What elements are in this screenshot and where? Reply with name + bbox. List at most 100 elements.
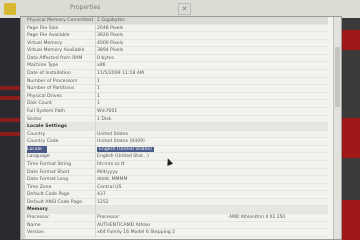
property-row[interactable]: Time Format String hh:mm:ss tt — [25, 160, 328, 169]
column-divider — [95, 168, 96, 176]
column-divider — [95, 160, 96, 168]
property-row[interactable]: Sector 1 Disk — [25, 115, 328, 124]
property-row[interactable]: Data Affected from RAM 0 bytes — [25, 54, 328, 63]
property-row[interactable]: Disk Count 1 — [25, 100, 328, 108]
vertical-scrollbar[interactable] — [333, 17, 341, 239]
column-divider — [95, 130, 96, 138]
property-row[interactable]: Date of Installation 11/5/2009 11:18 AM — [25, 70, 328, 78]
property-name: Number of Processors — [27, 78, 78, 84]
column-divider — [95, 54, 96, 62]
property-grid: Physical Memory Committed 1 Gigabytes Page… — [25, 17, 328, 237]
property-value: English (United Stat...) — [97, 154, 149, 160]
column-divider — [95, 229, 96, 237]
property-row[interactable]: Number of Partitions 1 — [25, 85, 328, 93]
property-value: United States (0409) — [97, 139, 145, 145]
property-name: Date Format Short — [27, 169, 70, 175]
property-value: M/d/yyyy — [97, 169, 118, 175]
property-name: Full System Path — [27, 108, 65, 114]
property-value: 2048 Pixels — [97, 25, 124, 31]
property-value: x64 Family 16 Model 6 Stepping 2 — [97, 230, 176, 236]
column-divider — [95, 191, 96, 199]
property-name: Time Format String — [27, 161, 72, 167]
property-value: x86 — [97, 63, 106, 69]
property-row[interactable]: Language English (United Stat...) — [25, 153, 328, 161]
property-name: Page File Available — [27, 33, 70, 39]
property-row[interactable]: Full System Path Win7001 — [25, 107, 328, 116]
property-name: Physical Drives — [27, 93, 62, 99]
property-value: United States — [97, 131, 129, 137]
column-divider — [95, 123, 96, 131]
scrollbar-thumb[interactable] — [335, 47, 340, 107]
property-row[interactable]: Page File Available 3920 Pixels — [25, 32, 328, 40]
property-value: 1 Disk — [97, 116, 112, 122]
property-name: Virtual Memory — [27, 40, 63, 46]
column-divider — [95, 70, 96, 78]
property-row[interactable]: Number of Processors 1 — [25, 77, 328, 86]
column-divider — [95, 85, 96, 93]
property-value: 3920 Pixels — [97, 33, 124, 39]
window-title: Properties — [70, 4, 101, 11]
property-value: 3894 Pixels — [97, 48, 124, 54]
property-row[interactable]: Country United States — [25, 130, 328, 139]
property-name: Country — [27, 131, 46, 137]
property-row[interactable]: Date Format Long dddd, MMMM — [25, 176, 328, 184]
column-divider — [95, 206, 96, 214]
property-name: Locale — [27, 145, 47, 153]
column-divider — [95, 17, 96, 24]
property-name: Language — [27, 154, 50, 160]
property-row[interactable]: Virtual Memory 4000 Pixels — [25, 39, 328, 48]
column-divider — [95, 138, 96, 146]
property-row[interactable]: Date Format Short M/d/yyyy — [25, 168, 328, 177]
column-divider — [95, 145, 96, 153]
property-name: Sector — [27, 116, 42, 122]
column-divider — [95, 115, 96, 123]
background-stripe — [0, 86, 22, 90]
property-value: 1252 — [97, 199, 109, 205]
column-divider — [95, 92, 96, 100]
property-value: 1 — [97, 93, 100, 99]
property-name: Default ANSI Code Page — [27, 199, 82, 205]
column-divider — [95, 153, 96, 161]
column-divider — [95, 24, 96, 32]
property-row[interactable]: Name AUTHENTICAMD Athlon — [25, 221, 328, 230]
property-row[interactable]: Version x64 Family 16 Model 6 Stepping 2 — [25, 229, 328, 237]
property-name: Processor — [27, 215, 50, 221]
close-icon[interactable]: ✕ — [178, 3, 191, 15]
property-value: English (United States) — [97, 146, 323, 153]
property-row[interactable]: Default ANSI Code Page 1252 — [25, 198, 328, 207]
property-row[interactable]: Physical Memory Committed 1 Gigabytes — [25, 17, 328, 25]
property-row[interactable]: Locale English (United States) — [25, 145, 328, 154]
property-name: Physical Memory Committed — [27, 18, 93, 23]
property-value: AUTHENTICAMD Athlon — [97, 222, 151, 228]
section-header[interactable]: Locale Settings — [25, 123, 328, 131]
property-row[interactable]: Machine Type x86 — [25, 62, 328, 71]
property-name: Country Code — [27, 139, 59, 145]
property-name: Version — [27, 230, 44, 236]
property-value: 11/5/2009 11:18 AM — [97, 71, 144, 77]
property-row[interactable]: Page File Size 2048 Pixels — [25, 24, 328, 33]
column-divider — [95, 198, 96, 206]
property-row[interactable]: Time Zone Central US — [25, 183, 328, 192]
property-value: hh:mm:ss tt — [97, 161, 125, 167]
property-row[interactable]: Default Code Page 437 — [25, 191, 328, 199]
property-value: 1 — [97, 86, 100, 92]
property-value: Win7001 — [97, 108, 118, 114]
section-header[interactable]: Memory — [25, 206, 328, 215]
property-row[interactable]: Country Code United States (0409) — [25, 138, 328, 146]
property-name: Memory — [27, 207, 48, 213]
column-divider — [95, 47, 96, 55]
selected-value: English (United States) — [97, 146, 154, 152]
property-name: Number of Partitions — [27, 86, 75, 92]
background-stripe — [0, 132, 22, 136]
property-name: Name — [27, 222, 41, 228]
property-row[interactable]: Virtual Memory Available 3894 Pixels — [25, 47, 328, 55]
property-value: dddd, MMMM — [97, 177, 128, 183]
property-row[interactable]: Physical Drives 1 — [25, 92, 328, 101]
property-extra-value: AMD Athlon(tm) II X2 250 — [229, 215, 286, 221]
properties-window: Physical Memory Committed 1 Gigabytes Page… — [20, 16, 342, 240]
background-stripe — [0, 118, 22, 122]
property-name: Virtual Memory Available — [27, 48, 85, 54]
property-value: 4000 Pixels — [97, 40, 124, 46]
background-left-panel — [0, 0, 22, 240]
column-divider — [95, 183, 96, 191]
